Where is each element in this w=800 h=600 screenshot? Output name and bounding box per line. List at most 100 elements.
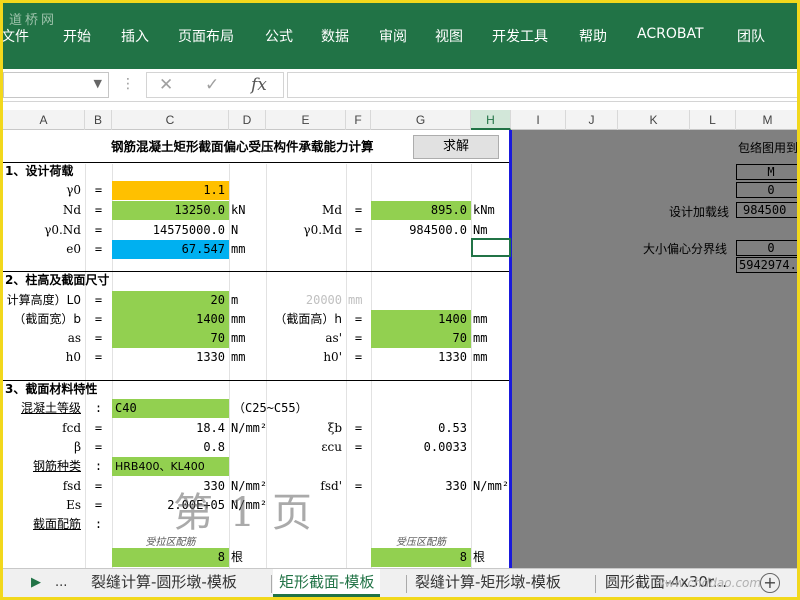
equals-sign: =: [94, 312, 103, 326]
tab-acrobat[interactable]: ACROBAT: [637, 26, 704, 42]
column-header-c[interactable]: C: [112, 110, 229, 130]
column-header-g[interactable]: G: [371, 110, 471, 130]
tab-team[interactable]: 团队: [737, 26, 765, 46]
gamma-nd-value[interactable]: 14575000.0: [112, 221, 229, 240]
b-value[interactable]: 1400: [112, 310, 229, 329]
name-box[interactable]: ▼: [3, 72, 109, 98]
site-watermark: www.chddao.com: [655, 576, 762, 590]
column-header-i[interactable]: I: [511, 110, 566, 130]
equals-sign: =: [94, 350, 103, 364]
design-load-line-value[interactable]: 984500: [736, 202, 797, 218]
selected-cell-h[interactable]: [471, 238, 511, 257]
nd-label: Nd: [62, 203, 81, 217]
column-header-j[interactable]: J: [566, 110, 618, 130]
e0-unit: mm: [231, 242, 246, 256]
tab-developer[interactable]: 开发工具: [492, 26, 548, 46]
gamma-nd-unit: N: [231, 223, 239, 237]
sheet-tab-crack-circular[interactable]: 裂缝计算-圆形墩-模板: [85, 569, 243, 597]
panel-col-m-header[interactable]: M: [736, 164, 797, 180]
column-header-k[interactable]: K: [618, 110, 690, 130]
function-icon[interactable]: fx: [251, 75, 267, 95]
panel-m-value[interactable]: 0: [736, 182, 797, 198]
column-headers: A B C D E F G H I J K L M: [3, 110, 797, 130]
gamma0-value[interactable]: 1.1: [112, 181, 229, 200]
equals-sign: =: [94, 498, 103, 512]
eccentric-boundary-value[interactable]: 0: [736, 240, 797, 256]
section-design-load: 1、设计荷载: [5, 164, 74, 178]
h0-value[interactable]: 1330: [112, 348, 229, 367]
tab-review[interactable]: 审阅: [379, 26, 407, 46]
l0-unit: m: [231, 293, 239, 307]
eccentric-boundary-label: 大小偏心分界线: [643, 242, 728, 256]
tab-file[interactable]: 文件: [3, 26, 29, 46]
equals-sign: =: [94, 440, 103, 454]
compression-rebar-count[interactable]: 8: [371, 548, 471, 567]
eccentric-boundary-value-2[interactable]: 5942974.4: [736, 257, 797, 273]
tab-home[interactable]: 开始: [63, 26, 91, 46]
gamma-md-value[interactable]: 984500.0: [371, 221, 471, 240]
fsd-prime-unit: N/mm²: [473, 479, 510, 493]
equals-sign: =: [354, 312, 363, 326]
column-header-e[interactable]: E: [266, 110, 346, 130]
concrete-grade-label: 混凝土等级: [20, 401, 81, 415]
enter-icon[interactable]: ✓: [205, 75, 219, 95]
formula-input[interactable]: [287, 72, 797, 98]
more-sheets-icon[interactable]: ...: [55, 575, 67, 590]
tab-view[interactable]: 视图: [435, 26, 463, 46]
add-sheet-icon[interactable]: +: [760, 573, 780, 593]
md-value[interactable]: 895.0: [371, 201, 471, 220]
es-label: Es: [66, 498, 81, 512]
scroll-right-icon[interactable]: ▶: [31, 575, 41, 590]
tension-rebar-count[interactable]: 8: [112, 548, 229, 567]
h-value[interactable]: 1400: [371, 310, 471, 329]
column-header-l[interactable]: L: [690, 110, 736, 130]
equals-sign: =: [354, 421, 363, 435]
md-label: Md: [322, 203, 342, 217]
md-unit: kNm: [473, 203, 495, 217]
sheet-tab-crack-rect[interactable]: 裂缝计算-矩形墩-模板: [409, 569, 567, 597]
cancel-icon[interactable]: ✕: [159, 75, 173, 95]
l0-value[interactable]: 20: [112, 291, 229, 310]
fcd-value[interactable]: 18.4: [112, 419, 229, 438]
chevron-down-icon[interactable]: ▼: [94, 77, 102, 90]
e0-value[interactable]: 67.547: [112, 240, 229, 259]
concrete-grade-value[interactable]: C40: [112, 399, 229, 418]
tab-data[interactable]: 数据: [321, 26, 349, 46]
as-prime-unit: mm: [473, 331, 488, 345]
tab-page-layout[interactable]: 页面布局: [178, 26, 234, 46]
gamma0-label: γ0: [66, 183, 81, 197]
colon-sign: :: [94, 401, 103, 415]
solve-button[interactable]: 求解: [413, 135, 499, 159]
equals-sign: =: [354, 223, 363, 237]
h-label: （截面高）h: [274, 312, 342, 326]
fsd-prime-value[interactable]: 330: [371, 477, 471, 496]
concrete-grade-note: （C25~C55）: [233, 401, 308, 415]
xib-value[interactable]: 0.53: [371, 419, 471, 438]
ecu-value[interactable]: 0.0033: [371, 438, 471, 457]
rebar-type-value[interactable]: HRB400、KL400: [112, 457, 229, 476]
compression-rebar-unit: 根: [473, 550, 486, 564]
h-unit: mm: [473, 312, 488, 326]
column-header-d[interactable]: D: [229, 110, 266, 130]
column-header-f[interactable]: F: [346, 110, 371, 130]
as-prime-value[interactable]: 70: [371, 329, 471, 348]
as-value[interactable]: 70: [112, 329, 229, 348]
beta-value[interactable]: 0.8: [112, 438, 229, 457]
tab-help[interactable]: 帮助: [579, 26, 607, 46]
column-header-h[interactable]: H: [471, 110, 511, 130]
equals-sign: =: [94, 242, 103, 256]
section-material: 3、截面材料特性: [5, 382, 98, 396]
more-options-icon[interactable]: ⋮: [121, 76, 135, 92]
column-header-b[interactable]: B: [85, 110, 112, 130]
h0-prime-label: h0': [323, 350, 342, 364]
gamma-md-label: γ0.Md: [303, 223, 342, 237]
column-header-a[interactable]: A: [3, 110, 85, 130]
tab-formulas[interactable]: 公式: [265, 26, 293, 46]
nd-value[interactable]: 13250.0: [112, 201, 229, 220]
column-header-m[interactable]: M: [736, 110, 797, 130]
sheet-tab-rect-section[interactable]: 矩形截面-模板: [273, 569, 381, 597]
worksheet-grid[interactable]: 钢筋混凝土矩形截面偏心受压构件承载能力计算 求解 1、设计荷载 γ0 = 1.1…: [3, 130, 797, 568]
h0-prime-value[interactable]: 1330: [371, 348, 471, 367]
equals-sign: =: [94, 293, 103, 307]
tab-insert[interactable]: 插入: [121, 26, 149, 46]
